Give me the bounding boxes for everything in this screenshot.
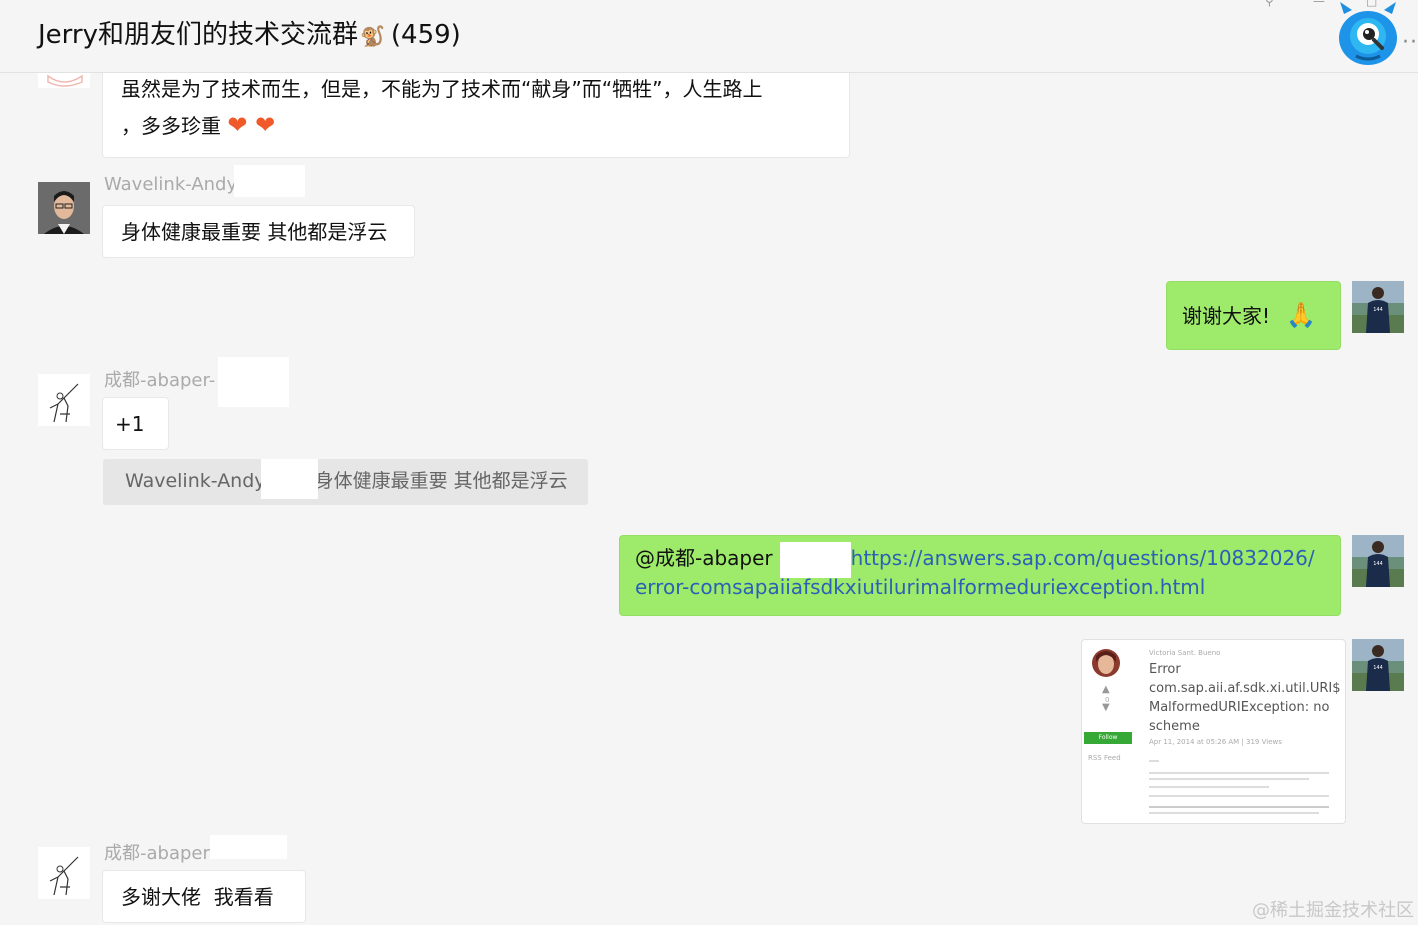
quote-text: 身体健康最重要 其他都是浮云 (314, 470, 568, 492)
pray-emoji-icon: 🙏 (1286, 301, 1317, 329)
pin-icon[interactable]: ⚲ (1265, 0, 1279, 8)
link-text-line1[interactable]: https://answers.sap.com/questions/108320… (851, 546, 1315, 570)
message-text: 身体健康最重要 其他都是浮云 (121, 220, 388, 244)
sender-name: 成都-abaper (104, 843, 210, 864)
question-meta: Apr 11, 2014 at 05:26 AM | 319 Views (1149, 738, 1282, 746)
sender-name: 成都-abaper- (104, 370, 216, 391)
author-name: Victoria Sant. Bueno (1149, 649, 1221, 657)
content-line (1149, 786, 1269, 788)
chat-title[interactable]: Jerry和朋友们的技术交流群 🐒 (459) (38, 14, 461, 51)
quote-sender: Wavelink-Andy (125, 470, 266, 492)
question-title: Error com.sap.aii.af.sdk.xi.util.URI$ Ma… (1149, 662, 1341, 734)
message-text: 谢谢大家! (1182, 304, 1271, 328)
svg-text:144: 144 (1373, 665, 1383, 671)
chat-header: Jerry和朋友们的技术交流群 🐒 (459) ⚲ — □ ·· (0, 0, 1418, 73)
avatar[interactable] (38, 374, 90, 426)
message-text: 多谢大佬 我看看 (121, 885, 274, 909)
my-message-bubble[interactable]: 谢谢大家! 🙏 (1166, 281, 1341, 350)
my-avatar[interactable]: 144 (1352, 535, 1404, 587)
content-line (1149, 795, 1329, 797)
content-line (1149, 778, 1309, 780)
message-text-line2: ，多多珍重 (121, 114, 221, 138)
rss-feed-link: RSS Feed (1088, 754, 1121, 762)
monkey-emoji-icon: 🐒 (359, 24, 385, 48)
message-bubble[interactable]: 身体健康最重要 其他都是浮云 (102, 205, 415, 258)
my-avatar[interactable]: 144 (1352, 281, 1404, 333)
message-bubble[interactable]: 虽然是为了技术而生，但是，不能为了技术而“献身”而“牺牲”，人生路上 ，多多珍重… (102, 70, 850, 158)
link-text-line2[interactable]: error-comsapaiiafsdkxiutilurimalformedur… (635, 573, 1330, 602)
sender-name: Wavelink-Andy (104, 174, 238, 195)
content-line (1149, 760, 1159, 762)
mascot-icon (1339, 2, 1397, 65)
message-text: +1 (115, 412, 145, 436)
message-text-line1: 虽然是为了技术而生，但是，不能为了技术而“献身”而“牺牲”，人生路上 (121, 77, 763, 101)
message-bubble[interactable]: +1 (102, 397, 169, 450)
content-line (1149, 806, 1329, 808)
svg-text:144: 144 (1373, 307, 1383, 313)
content-line (1149, 812, 1319, 814)
group-name: Jerry和朋友们的技术交流群 (38, 20, 358, 50)
svg-text:144: 144 (1373, 561, 1383, 567)
redaction (218, 357, 289, 407)
message-bubble[interactable]: 多谢大佬 我看看 (102, 870, 306, 923)
redaction (780, 542, 851, 578)
member-count: (459) (390, 20, 461, 50)
image-message[interactable]: Victoria Sant. Bueno Error com.sap.aii.a… (1081, 639, 1346, 824)
more-options-icon[interactable]: ·· (1402, 30, 1418, 55)
redaction (210, 835, 287, 859)
minimize-icon[interactable]: — (1313, 0, 1327, 8)
author-avatar (1092, 649, 1120, 677)
avatar[interactable] (38, 182, 90, 234)
heart-emoji-icon: ❤ ❤ (227, 111, 276, 139)
vote-up-icon: ▲ (1102, 684, 1110, 695)
follow-button: Follow (1084, 732, 1132, 744)
mention[interactable]: @成都-abaper (635, 546, 773, 570)
watermark: @稀土掘金技术社区 (1252, 900, 1414, 921)
quoted-message[interactable]: Wavelink-Andy：身体健康最重要 其他都是浮云 (103, 459, 588, 505)
my-message-bubble[interactable]: @成都-abaper https://answers.sap.com/questi… (619, 535, 1341, 616)
avatar[interactable] (38, 847, 90, 899)
redaction (261, 459, 318, 499)
content-line (1149, 772, 1329, 774)
redaction (234, 165, 305, 197)
my-avatar[interactable]: 144 (1352, 639, 1404, 691)
vote-down-icon: ▼ (1102, 702, 1110, 713)
